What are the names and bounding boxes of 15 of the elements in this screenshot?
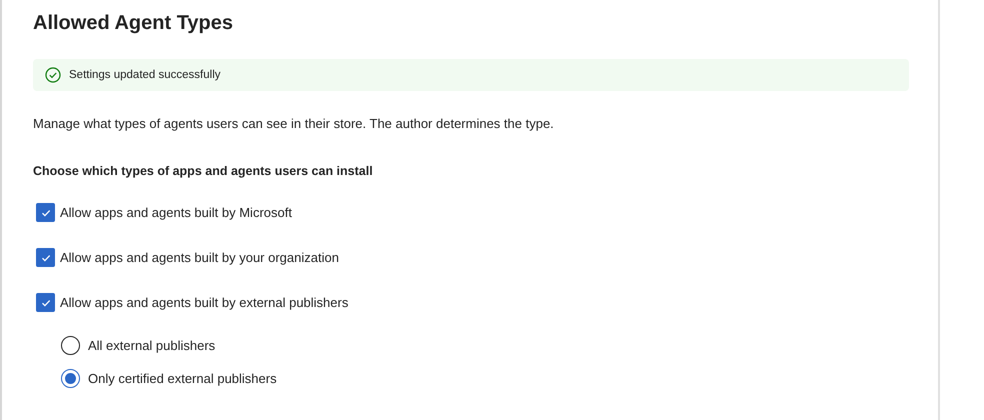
checkbox[interactable] bbox=[36, 248, 55, 267]
checkbox-label: Allow apps and agents built by your organization bbox=[60, 249, 339, 267]
radio-label: All external publishers bbox=[88, 337, 216, 355]
checkbox[interactable] bbox=[36, 203, 55, 222]
checkbox-label: Allow apps and agents built by external publishers bbox=[60, 294, 348, 312]
section-heading: Choose which types of apps and agents users can install bbox=[33, 163, 374, 180]
radio-label: Only certified external publishers bbox=[88, 370, 277, 388]
checkbox-label: Allow apps and agents built by Microsoft bbox=[60, 204, 292, 222]
banner-message: Settings updated successfully bbox=[69, 69, 221, 81]
radio-button[interactable] bbox=[61, 336, 80, 355]
radio-button[interactable] bbox=[61, 369, 80, 388]
description-text: Manage what types of agents users can see in their store. The author determines the type. bbox=[33, 115, 555, 133]
checkbox[interactable] bbox=[36, 293, 55, 312]
check-circle-icon bbox=[45, 67, 61, 83]
page-title: Allowed Agent Types bbox=[33, 11, 234, 36]
